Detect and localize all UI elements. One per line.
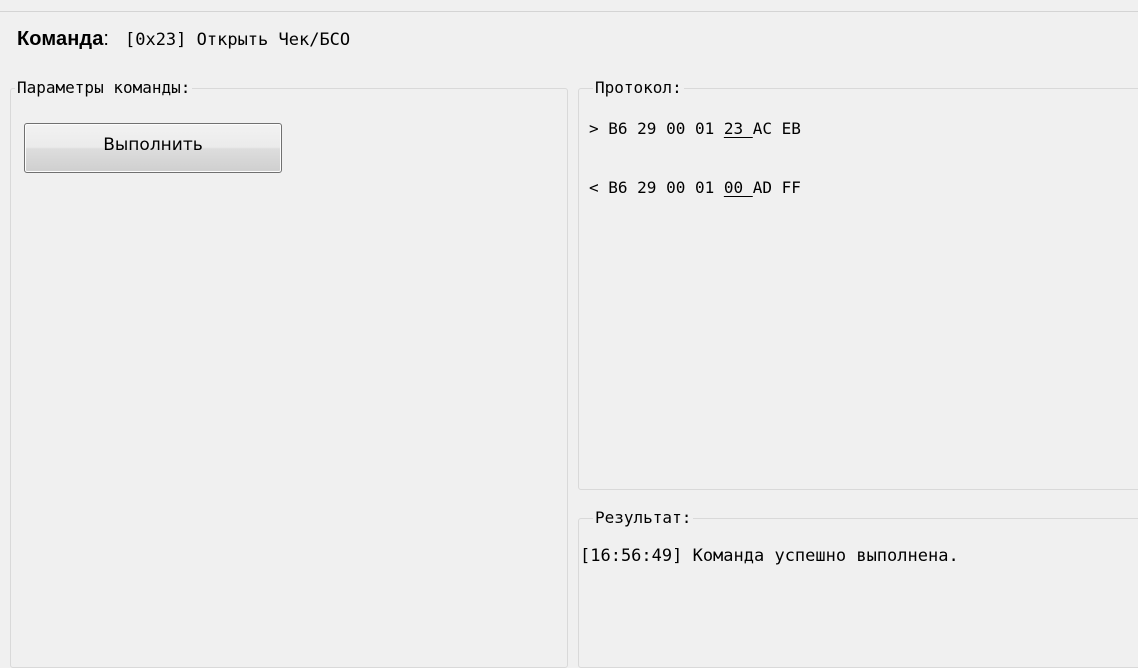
result-group-title: Результат: bbox=[593, 508, 694, 528]
protocol-line-prefix: < B6 29 00 01 bbox=[589, 178, 724, 197]
protocol-line-prefix: > B6 29 00 01 bbox=[589, 119, 724, 138]
command-label-colon: : bbox=[103, 28, 109, 50]
protocol-line-suffix: AC EB bbox=[752, 119, 801, 138]
result-message: [16:56:49] Команда успешно выполнена. bbox=[580, 546, 959, 566]
result-groupbox: Результат: bbox=[578, 508, 1138, 668]
protocol-groupbox: Протокол: bbox=[578, 78, 1138, 490]
protocol-line-command-code: 23 bbox=[723, 119, 753, 138]
execute-button[interactable]: Выполнить bbox=[24, 123, 282, 173]
command-header: Команда : [0x23] Открыть Чек/БСО bbox=[17, 28, 350, 58]
command-value: [0x23] Открыть Чек/БСО bbox=[124, 30, 351, 50]
protocol-line-received: < B6 29 00 01 00 AD FF bbox=[589, 178, 801, 198]
command-label: Команда bbox=[17, 28, 104, 50]
params-group-title: Параметры команды: bbox=[15, 78, 193, 98]
params-groupbox: Параметры команды: bbox=[10, 78, 568, 668]
protocol-group-title: Протокол: bbox=[593, 78, 684, 98]
window-top-border bbox=[0, 0, 1138, 12]
protocol-line-suffix: AD FF bbox=[752, 178, 801, 197]
protocol-line-status-code: 00 bbox=[723, 178, 753, 197]
protocol-line-sent: > B6 29 00 01 23 AC EB bbox=[589, 119, 801, 139]
